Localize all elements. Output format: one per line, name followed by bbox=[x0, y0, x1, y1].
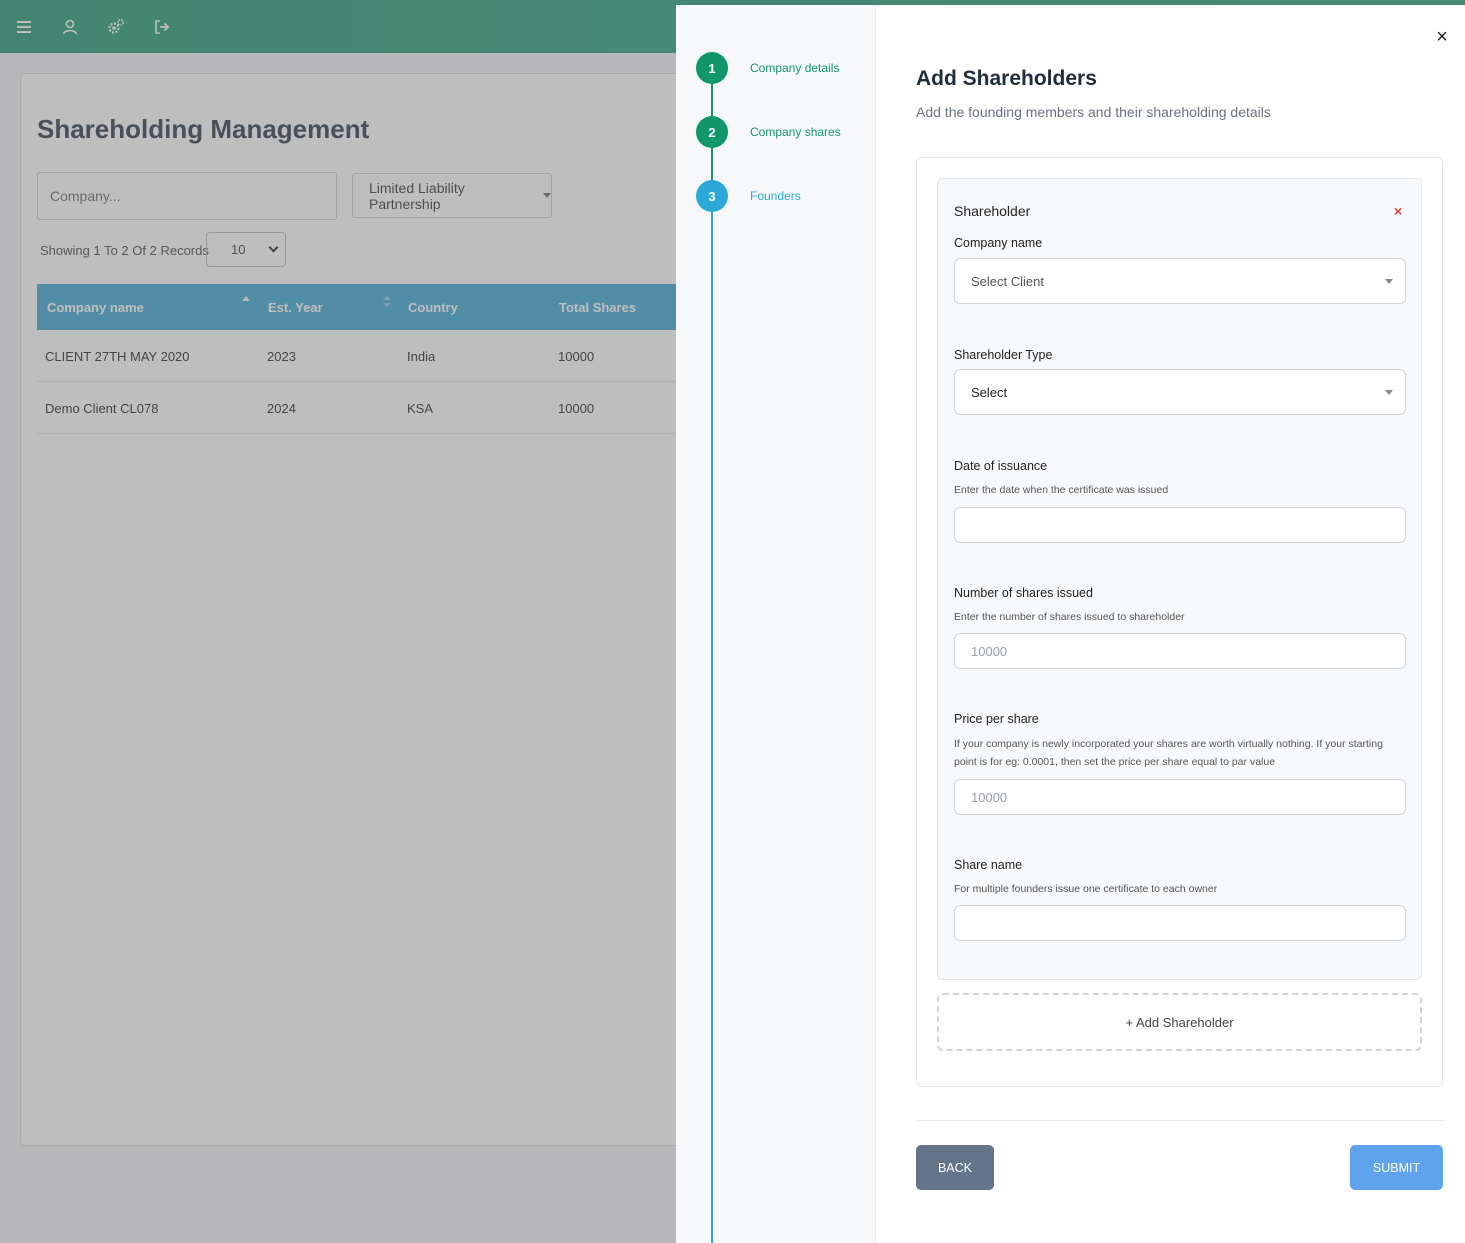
company-name-value: Select Client bbox=[971, 273, 1044, 289]
shareholder-title: Shareholder bbox=[954, 203, 1031, 219]
add-shareholder-button[interactable]: + Add Shareholder bbox=[937, 993, 1422, 1051]
back-button[interactable]: BACK bbox=[916, 1145, 994, 1190]
share-name-input[interactable] bbox=[954, 905, 1406, 941]
stepper-line bbox=[711, 83, 713, 1243]
caret-down-icon bbox=[1385, 279, 1393, 284]
step-number: 3 bbox=[696, 180, 728, 212]
form-subtitle: Add the founding members and their share… bbox=[916, 104, 1271, 120]
remove-shareholder-icon[interactable]: × bbox=[1394, 203, 1402, 219]
step-company-shares[interactable]: 2 Company shares bbox=[696, 116, 841, 148]
shareholder-card: Shareholder × Company name Select Client… bbox=[937, 178, 1422, 980]
stepper: 1 Company details 2 Company shares 3 Fou… bbox=[676, 5, 876, 1243]
caret-down-icon bbox=[1385, 390, 1393, 395]
shareholder-type-value: Select bbox=[971, 384, 1008, 400]
add-shareholders-drawer: 1 Company details 2 Company shares 3 Fou… bbox=[676, 5, 1465, 1243]
shares-label: Number of shares issued bbox=[954, 586, 1093, 600]
date-label: Date of issuance bbox=[954, 459, 1048, 473]
step-company-details[interactable]: 1 Company details bbox=[696, 52, 839, 84]
submit-button[interactable]: SUBMIT bbox=[1350, 1145, 1443, 1190]
step-founders[interactable]: 3 Founders bbox=[696, 180, 801, 212]
price-input[interactable]: 10000 bbox=[954, 779, 1406, 815]
share-name-help: For multiple founders issue one certific… bbox=[954, 883, 1218, 895]
company-name-select[interactable]: Select Client bbox=[954, 258, 1406, 304]
company-name-label: Company name bbox=[954, 236, 1043, 250]
footer-divider bbox=[916, 1120, 1443, 1121]
shareholder-type-label: Shareholder Type bbox=[954, 348, 1053, 362]
date-help: Enter the date when the certificate was … bbox=[954, 484, 1169, 496]
close-icon[interactable]: × bbox=[1432, 26, 1452, 48]
shares-help: Enter the number of shares issued to sha… bbox=[954, 611, 1185, 623]
step-number: 1 bbox=[696, 52, 728, 84]
shares-input[interactable]: 10000 bbox=[954, 633, 1406, 669]
price-label: Price per share bbox=[954, 712, 1039, 726]
form-title: Add Shareholders bbox=[916, 67, 1097, 90]
step-label: Company shares bbox=[750, 125, 841, 139]
shareholders-section: Shareholder × Company name Select Client… bbox=[916, 157, 1443, 1087]
price-help: If your company is newly incorporated yo… bbox=[954, 738, 1383, 768]
step-number: 2 bbox=[696, 116, 728, 148]
share-name-label: Share name bbox=[954, 858, 1023, 872]
step-label: Founders bbox=[750, 189, 801, 203]
date-input[interactable] bbox=[954, 507, 1406, 543]
step-label: Company details bbox=[750, 61, 840, 75]
shareholder-type-select[interactable]: Select bbox=[954, 369, 1406, 415]
